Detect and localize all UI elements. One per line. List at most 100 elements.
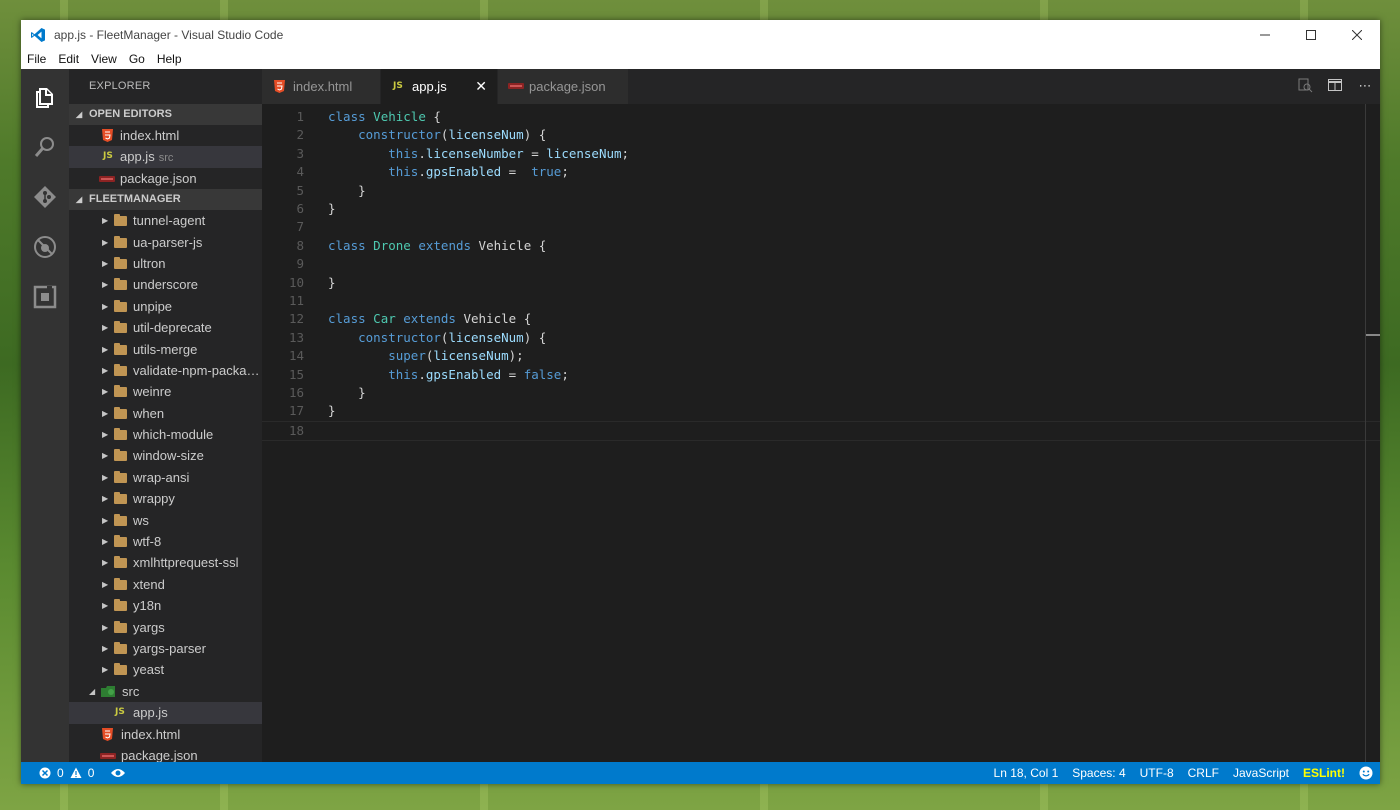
folder-item[interactable]: ▶ ua-parser-js <box>69 232 262 253</box>
open-changes-button[interactable] <box>1290 77 1320 97</box>
tab-app-js[interactable]: JS app.js ✕ <box>381 69 497 104</box>
compare-icon <box>1298 78 1313 92</box>
folder-item[interactable]: ▶ ultron <box>69 253 262 274</box>
folder-item[interactable]: ▶ validate-npm-packag... <box>69 360 262 381</box>
code-line[interactable]: 1 class Vehicle { <box>262 108 1380 126</box>
folder-item[interactable]: ▶ wrappy <box>69 488 262 509</box>
folder-item[interactable]: ▶ underscore <box>69 274 262 295</box>
cursor-position[interactable]: Ln 18, Col 1 <box>987 766 1066 780</box>
problems-indicator[interactable]: 0 0 <box>39 762 126 784</box>
line-number: 5 <box>296 182 304 198</box>
code-line[interactable]: 11 <box>262 292 1380 310</box>
menu-go[interactable]: Go <box>123 52 151 66</box>
menu-view[interactable]: View <box>85 52 123 66</box>
menu-file[interactable]: File <box>21 52 52 66</box>
close-window-button[interactable] <box>1334 20 1380 49</box>
folder-item[interactable]: ▶ wtf-8 <box>69 531 262 552</box>
code-line[interactable]: 7 <box>262 218 1380 236</box>
ellipsis-icon: ⋯ <box>1358 79 1372 94</box>
code-line[interactable]: 10} <box>262 274 1380 292</box>
line-number: 10 <box>288 274 304 290</box>
folder-icon <box>114 556 127 569</box>
language-mode[interactable]: JavaScript <box>1226 766 1296 780</box>
code-line[interactable]: 3 this.licenseNumber = licenseNum; <box>262 145 1380 163</box>
folder-item[interactable]: ▶ utils-merge <box>69 339 262 360</box>
code-line[interactable]: 8 class Drone extends Vehicle { <box>262 237 1380 255</box>
warning-count: 0 <box>87 766 95 780</box>
open-editors-label: OPEN EDITORS <box>89 108 172 120</box>
indentation[interactable]: Spaces: 4 <box>1065 766 1132 780</box>
file-app-js[interactable]: JS app.js <box>69 702 262 724</box>
encoding[interactable]: UTF-8 <box>1133 766 1181 780</box>
folder-item[interactable]: ▶ yargs-parser <box>69 638 262 659</box>
folder-item[interactable]: ▶ wrap-ansi <box>69 467 262 488</box>
code-text: this.gpsEnabled = false; <box>388 366 569 382</box>
feedback-button[interactable] <box>1352 766 1380 781</box>
folder-icon <box>114 470 127 483</box>
folder-item[interactable]: ▶ yargs <box>69 617 262 638</box>
folder-item[interactable]: ▶ which-module <box>69 424 262 445</box>
overview-ruler <box>1365 104 1366 762</box>
open-editor-item[interactable]: index.html <box>69 125 262 146</box>
open-editor-item[interactable]: package.json <box>69 168 262 189</box>
minimize-button[interactable] <box>1242 20 1288 49</box>
folder-item[interactable]: ▶ unpipe <box>69 296 262 317</box>
tab-package-json[interactable]: package.json <box>498 69 628 104</box>
menu-edit[interactable]: Edit <box>52 52 85 66</box>
debug-icon[interactable] <box>33 235 57 259</box>
folder-item[interactable]: ▶ xtend <box>69 574 262 595</box>
extensions-icon[interactable] <box>33 285 57 309</box>
code-line[interactable]: 17} <box>262 402 1380 420</box>
line-number: 13 <box>288 329 304 345</box>
code-line[interactable]: 5 } <box>262 182 1380 200</box>
files-icon[interactable] <box>33 86 57 110</box>
vscode-window: app.js - FleetManager - Visual Studio Co… <box>21 20 1380 784</box>
git-icon[interactable] <box>33 185 57 209</box>
code-text: } <box>328 201 336 216</box>
split-editor-button[interactable] <box>1320 77 1350 97</box>
folder-item[interactable]: ▶ y18n <box>69 595 262 616</box>
search-icon[interactable] <box>33 135 57 159</box>
code-line[interactable]: 14 super(licenseNum); <box>262 347 1380 365</box>
folder-item[interactable]: ▶ util-deprecate <box>69 317 262 338</box>
open-editors-header[interactable]: ◢ OPEN EDITORS <box>69 104 262 125</box>
open-editor-item-active[interactable]: JS app.js src <box>69 146 262 168</box>
folder-item[interactable]: ▶ ws <box>69 510 262 531</box>
folder-label: which-module <box>133 427 214 443</box>
file-package-json[interactable]: package.json <box>69 745 262 762</box>
folder-src[interactable]: ◢ src <box>69 681 262 702</box>
more-actions-button[interactable]: ⋯ <box>1350 79 1380 94</box>
code-line[interactable]: 15 this.gpsEnabled = false; <box>262 366 1380 384</box>
code-editor[interactable]: 1 class Vehicle {2 constructor(licenseNum… <box>262 104 1380 762</box>
code-line[interactable]: 9 <box>262 255 1380 273</box>
collapsed-arrow-icon: ▶ <box>102 280 109 290</box>
code-line[interactable]: 6} <box>262 200 1380 218</box>
code-line[interactable]: 2 constructor(licenseNum) { <box>262 126 1380 144</box>
project-header[interactable]: ◢ FLEETMANAGER <box>69 189 262 211</box>
code-line[interactable]: 18 <box>262 420 1380 442</box>
tab-close-icon[interactable]: ✕ <box>475 69 487 104</box>
code-line[interactable]: 12 class Car extends Vehicle { <box>262 310 1380 328</box>
folder-item[interactable]: ▶ tunnel-agent <box>69 210 262 231</box>
menu-help[interactable]: Help <box>151 52 188 66</box>
collapsed-arrow-icon: ▶ <box>102 430 109 440</box>
code-line[interactable]: 16 } <box>262 384 1380 402</box>
folder-item[interactable]: ▶ yeast <box>69 659 262 680</box>
folder-item[interactable]: ▶ window-size <box>69 445 262 466</box>
folder-item[interactable]: ▶ when <box>69 403 262 424</box>
maximize-button[interactable] <box>1288 20 1334 49</box>
folder-item[interactable]: ▶ xmlhttprequest-ssl <box>69 552 262 573</box>
eye-icon[interactable] <box>110 767 126 779</box>
line-ending[interactable]: CRLF <box>1181 766 1226 780</box>
open-editor-path: src <box>158 152 174 165</box>
collapsed-arrow-icon: ▶ <box>102 494 109 504</box>
tab-index-html[interactable]: index.html <box>262 69 380 104</box>
folder-label: y18n <box>133 598 162 614</box>
window-title: app.js - FleetManager - Visual Studio Co… <box>54 27 284 42</box>
folder-label: tunnel-agent <box>133 213 206 229</box>
eslint-status[interactable]: ESLint! <box>1296 766 1352 780</box>
file-index-html[interactable]: index.html <box>69 724 262 745</box>
code-line[interactable]: 4 this.gpsEnabled = true; <box>262 163 1380 181</box>
code-line[interactable]: 13 constructor(licenseNum) { <box>262 329 1380 347</box>
folder-item[interactable]: ▶ weinre <box>69 381 262 402</box>
